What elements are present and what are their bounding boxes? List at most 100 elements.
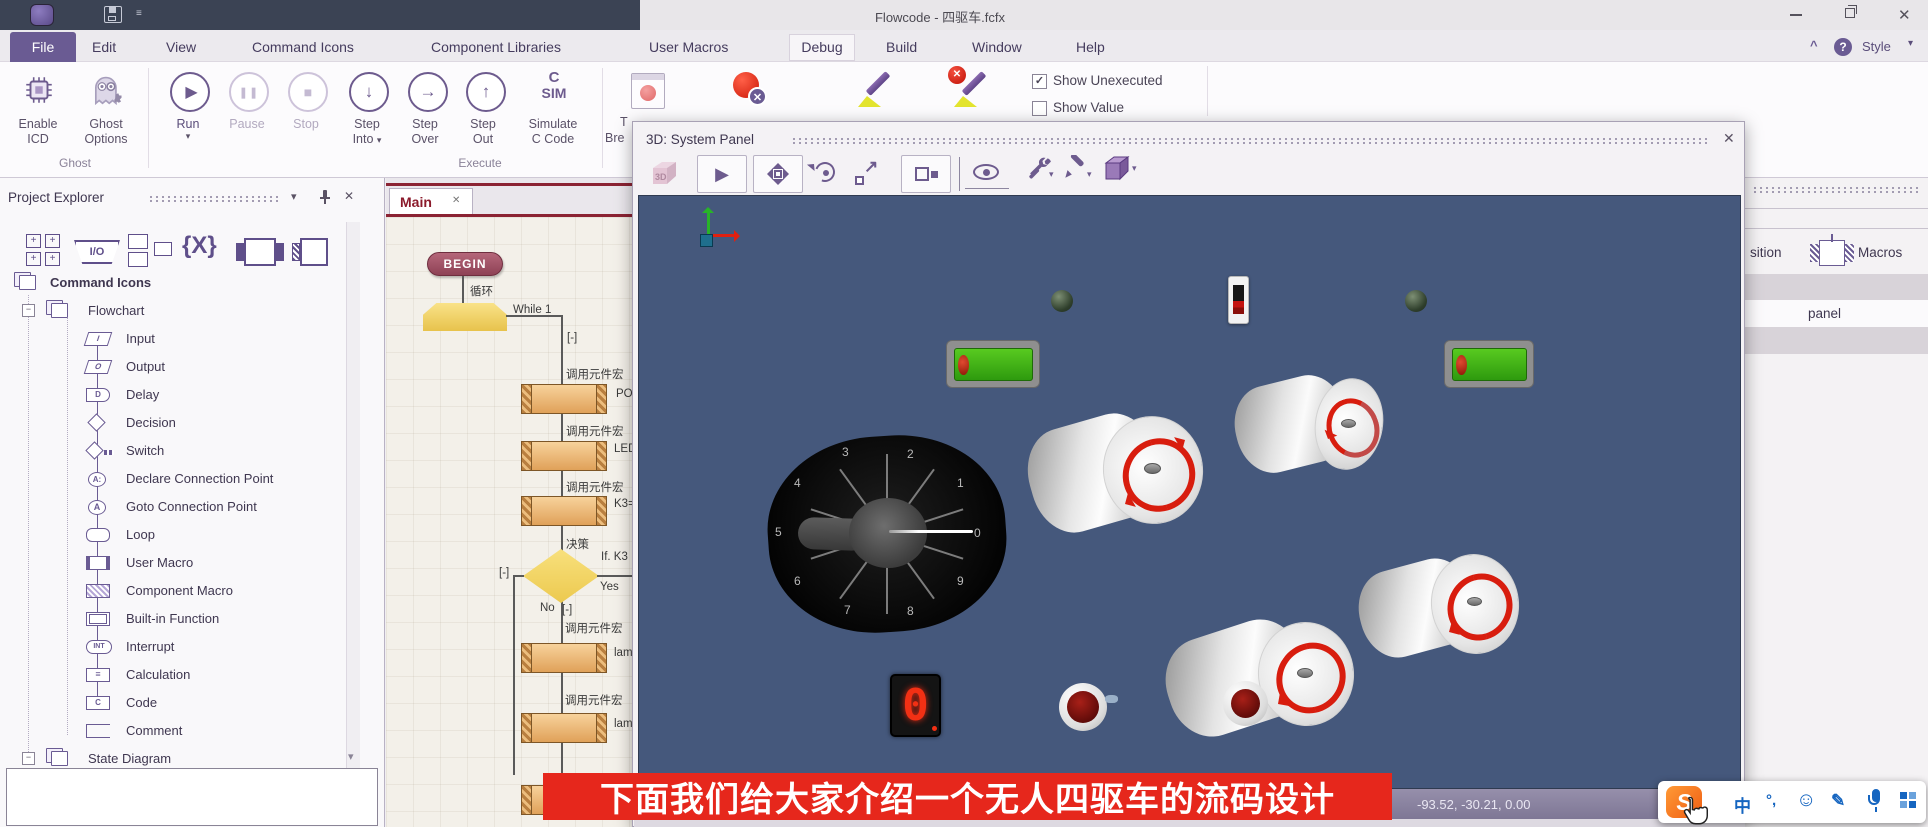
tab-main[interactable]: Main ✕ [389,188,473,216]
clear-all-breakpoints-button[interactable]: ✕ [731,70,771,110]
flow-collapse-b[interactable]: [-] [562,604,572,616]
tree-item-delay[interactable]: Delay [126,387,159,402]
help-icon[interactable]: ? [1834,38,1852,56]
menu-item-help[interactable]: Help [1076,39,1105,55]
tree-item-state-diagram[interactable]: State Diagram [88,751,171,766]
enable-icd-button[interactable] [22,72,56,108]
ime-chinese-mode-icon[interactable]: 中 [1734,792,1751,817]
collapse-ribbon-icon[interactable]: ^ [1810,38,1818,53]
ime-pen-icon[interactable]: ✎ [1831,791,1845,811]
led-sphere-2[interactable] [1405,290,1427,312]
style-dropdown-tool-button[interactable]: ▾ [1061,155,1097,189]
show-unexecuted-checkbox[interactable]: ✓ [1032,74,1047,89]
rotate-tool-button[interactable] [807,159,847,189]
menu-item-user-macros[interactable]: User Macros [649,39,728,55]
ime-emoji-icon[interactable]: ☺ [1796,789,1816,812]
flow-collapse-a[interactable]: [-] [567,332,577,344]
tree-item-decision[interactable]: Decision [126,415,176,430]
tab-close-icon[interactable]: ✕ [452,195,460,206]
rotary-dial[interactable]: 0 1 2 3 4 5 6 7 8 9 [768,436,1006,632]
tree-item-interrupt[interactable]: Interrupt [126,639,174,654]
ghost-options-button[interactable] [88,72,126,110]
panel-dropdown-icon[interactable]: ▾ [291,190,297,203]
flow-macro-node-5[interactable] [521,713,607,743]
resize-tool-button[interactable]: ↗ [852,159,890,189]
menu-item-file[interactable]: File [10,32,76,62]
tree-item-output[interactable]: Output [126,359,165,374]
seven-segment-display[interactable]: 0 [890,674,941,737]
quick-access-dropdown-icon[interactable]: ≡ [136,8,142,19]
icon-component-macro-tool[interactable] [292,238,336,266]
style-button[interactable]: Style [1862,39,1891,54]
system-panel-window[interactable]: 3D: System Panel ✕ 3D ▶ [632,121,1745,827]
green-bar-led-2[interactable] [1444,340,1534,388]
shape-dropdown-tool-button[interactable]: ▾ [1101,153,1141,189]
flowchart-expander[interactable]: − [22,304,35,317]
step-out-button[interactable]: ↑ [466,72,506,112]
tree-item-goto-connection-point[interactable]: Goto Connection Point [126,499,257,514]
round-led-2[interactable] [1223,681,1268,726]
menu-item-window[interactable]: Window [972,39,1022,55]
app-icon[interactable] [30,4,54,26]
tree-item-switch[interactable]: Switch [126,443,164,458]
tree-item-loop[interactable]: Loop [126,527,155,542]
menu-item-component-libraries[interactable]: Component Libraries [431,39,561,55]
tools-dropdown-button[interactable]: ▾ [1025,155,1059,189]
flow-macro-node-1[interactable] [521,384,607,414]
minimize-button[interactable] [1790,14,1802,16]
menu-item-view[interactable]: View [166,39,196,55]
motor-1[interactable] [1029,408,1209,533]
region-tool-button[interactable] [901,155,951,193]
panel-close-icon[interactable]: ✕ [344,189,354,203]
visibility-tool-button[interactable] [965,159,1009,189]
tree-item-code[interactable]: Code [126,695,157,710]
save-button[interactable] [104,6,122,23]
flow-while-node[interactable] [423,303,507,331]
panel-drag-handle[interactable] [148,195,280,202]
led-sphere-1[interactable] [1051,290,1073,312]
step-into-button[interactable]: ↓ [349,72,389,112]
icon-io-tool[interactable]: I/O [74,240,120,264]
flow-collapse-c[interactable]: [-] [499,567,509,579]
pin-icon[interactable] [319,190,331,204]
toggle-switch[interactable] [1228,276,1249,324]
style-dropdown-icon[interactable]: ▾ [1908,38,1913,49]
motor-2[interactable] [1235,372,1390,477]
flow-macro-node-2[interactable] [521,441,607,471]
restore-button[interactable] [1845,8,1855,18]
ime-toolbar[interactable]: S 中 °, ☺ ✎ [1658,781,1926,823]
flow-macro-node-4[interactable] [521,643,607,673]
tree-item-input[interactable]: Input [126,331,155,346]
icon-variables-tool[interactable]: {X} [182,232,217,260]
explorer-scrollbar[interactable] [346,222,360,768]
icon-windows-tool[interactable] [128,234,174,268]
tree-item-flowchart[interactable]: Flowchart [88,303,144,318]
flow-macro-node-3[interactable] [521,496,607,526]
ime-mic-icon[interactable] [1868,789,1884,815]
tree-item-component-macro[interactable]: Component Macro [126,583,233,598]
show-value-checkbox[interactable] [1032,101,1047,116]
select-tool-button[interactable]: ▶ [697,155,747,193]
menu-item-command-icons[interactable]: Command Icons [252,39,354,55]
run-button[interactable]: ▶ [170,72,210,112]
toggle-breakpoint-button[interactable] [631,73,665,109]
viewport-3d[interactable]: 0 1 2 3 4 5 6 7 8 9 0 [638,195,1741,789]
simulate-c-code-button[interactable]: C SIM [530,70,578,110]
motor-3[interactable] [1166,612,1366,747]
system-panel-drag-handle[interactable] [791,137,1711,144]
menu-item-debug[interactable]: Debug [789,34,855,61]
icon-macro-tool[interactable] [236,238,284,266]
system-panel-close-icon[interactable]: ✕ [1723,130,1735,147]
menu-item-edit[interactable]: Edit [92,39,116,55]
right-panel-row-white[interactable]: panel [1745,300,1928,327]
position-tab-fragment[interactable]: sition [1750,245,1782,260]
right-panel-drag-handle[interactable] [1752,186,1922,193]
motor-4[interactable] [1359,554,1529,669]
show-code-button[interactable] [858,66,898,110]
icon-grid-tool[interactable]: + + + + [26,234,62,266]
pause-button[interactable]: ❚❚ [229,72,269,112]
tree-root-command-icons[interactable]: Command Icons [50,275,151,290]
tree-item-declare-connection-point[interactable]: Declare Connection Point [126,471,273,486]
ime-keyboard-icon[interactable] [1900,792,1917,809]
move-tool-button[interactable] [753,155,803,193]
